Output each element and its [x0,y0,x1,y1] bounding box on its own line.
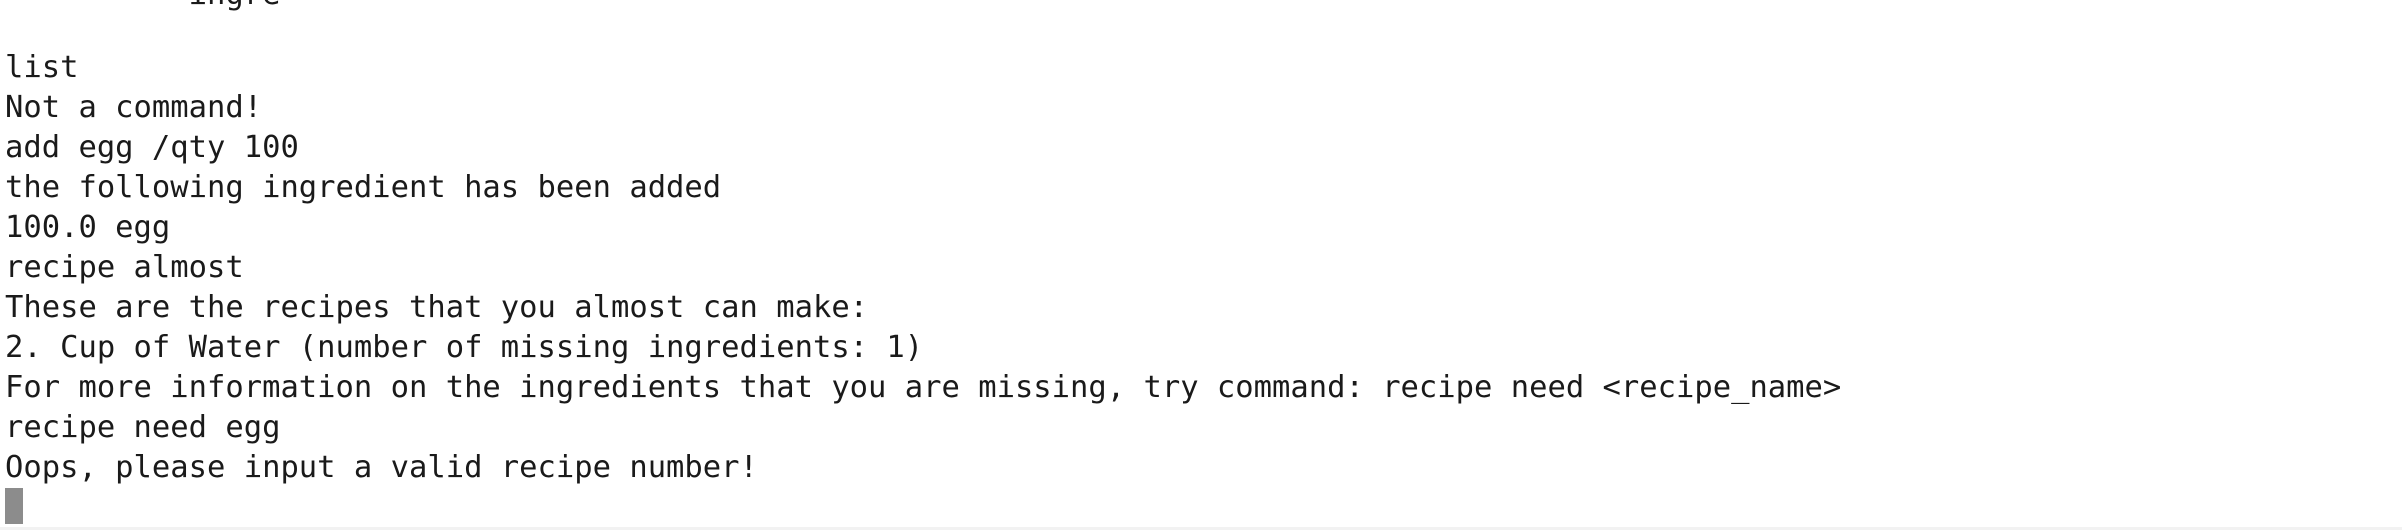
terminal-line: For more information on the ingredients … [5,370,1842,405]
terminal-line: recipe almost [5,250,244,285]
terminal-cursor[interactable] [5,488,23,524]
terminal-line: 100.0 egg [5,210,171,245]
terminal-line: list [5,50,79,85]
terminal-line: 2. Cup of Water (number of missing ingre… [5,330,924,365]
terminal-line: add egg /qty 100 [5,130,299,165]
terminal-line: recipe need egg [5,410,281,445]
terminal-window[interactable]: ingre list Not a command! add egg /qty 1… [0,0,2402,530]
terminal-line: Not a command! [5,90,263,125]
terminal-line: These are the recipes that you almost ca… [5,290,869,325]
terminal-line: the following ingredient has been added [5,170,722,205]
terminal-line: Oops, please input a valid recipe number… [5,450,758,485]
terminal-partial-line: ingre [5,0,281,15]
